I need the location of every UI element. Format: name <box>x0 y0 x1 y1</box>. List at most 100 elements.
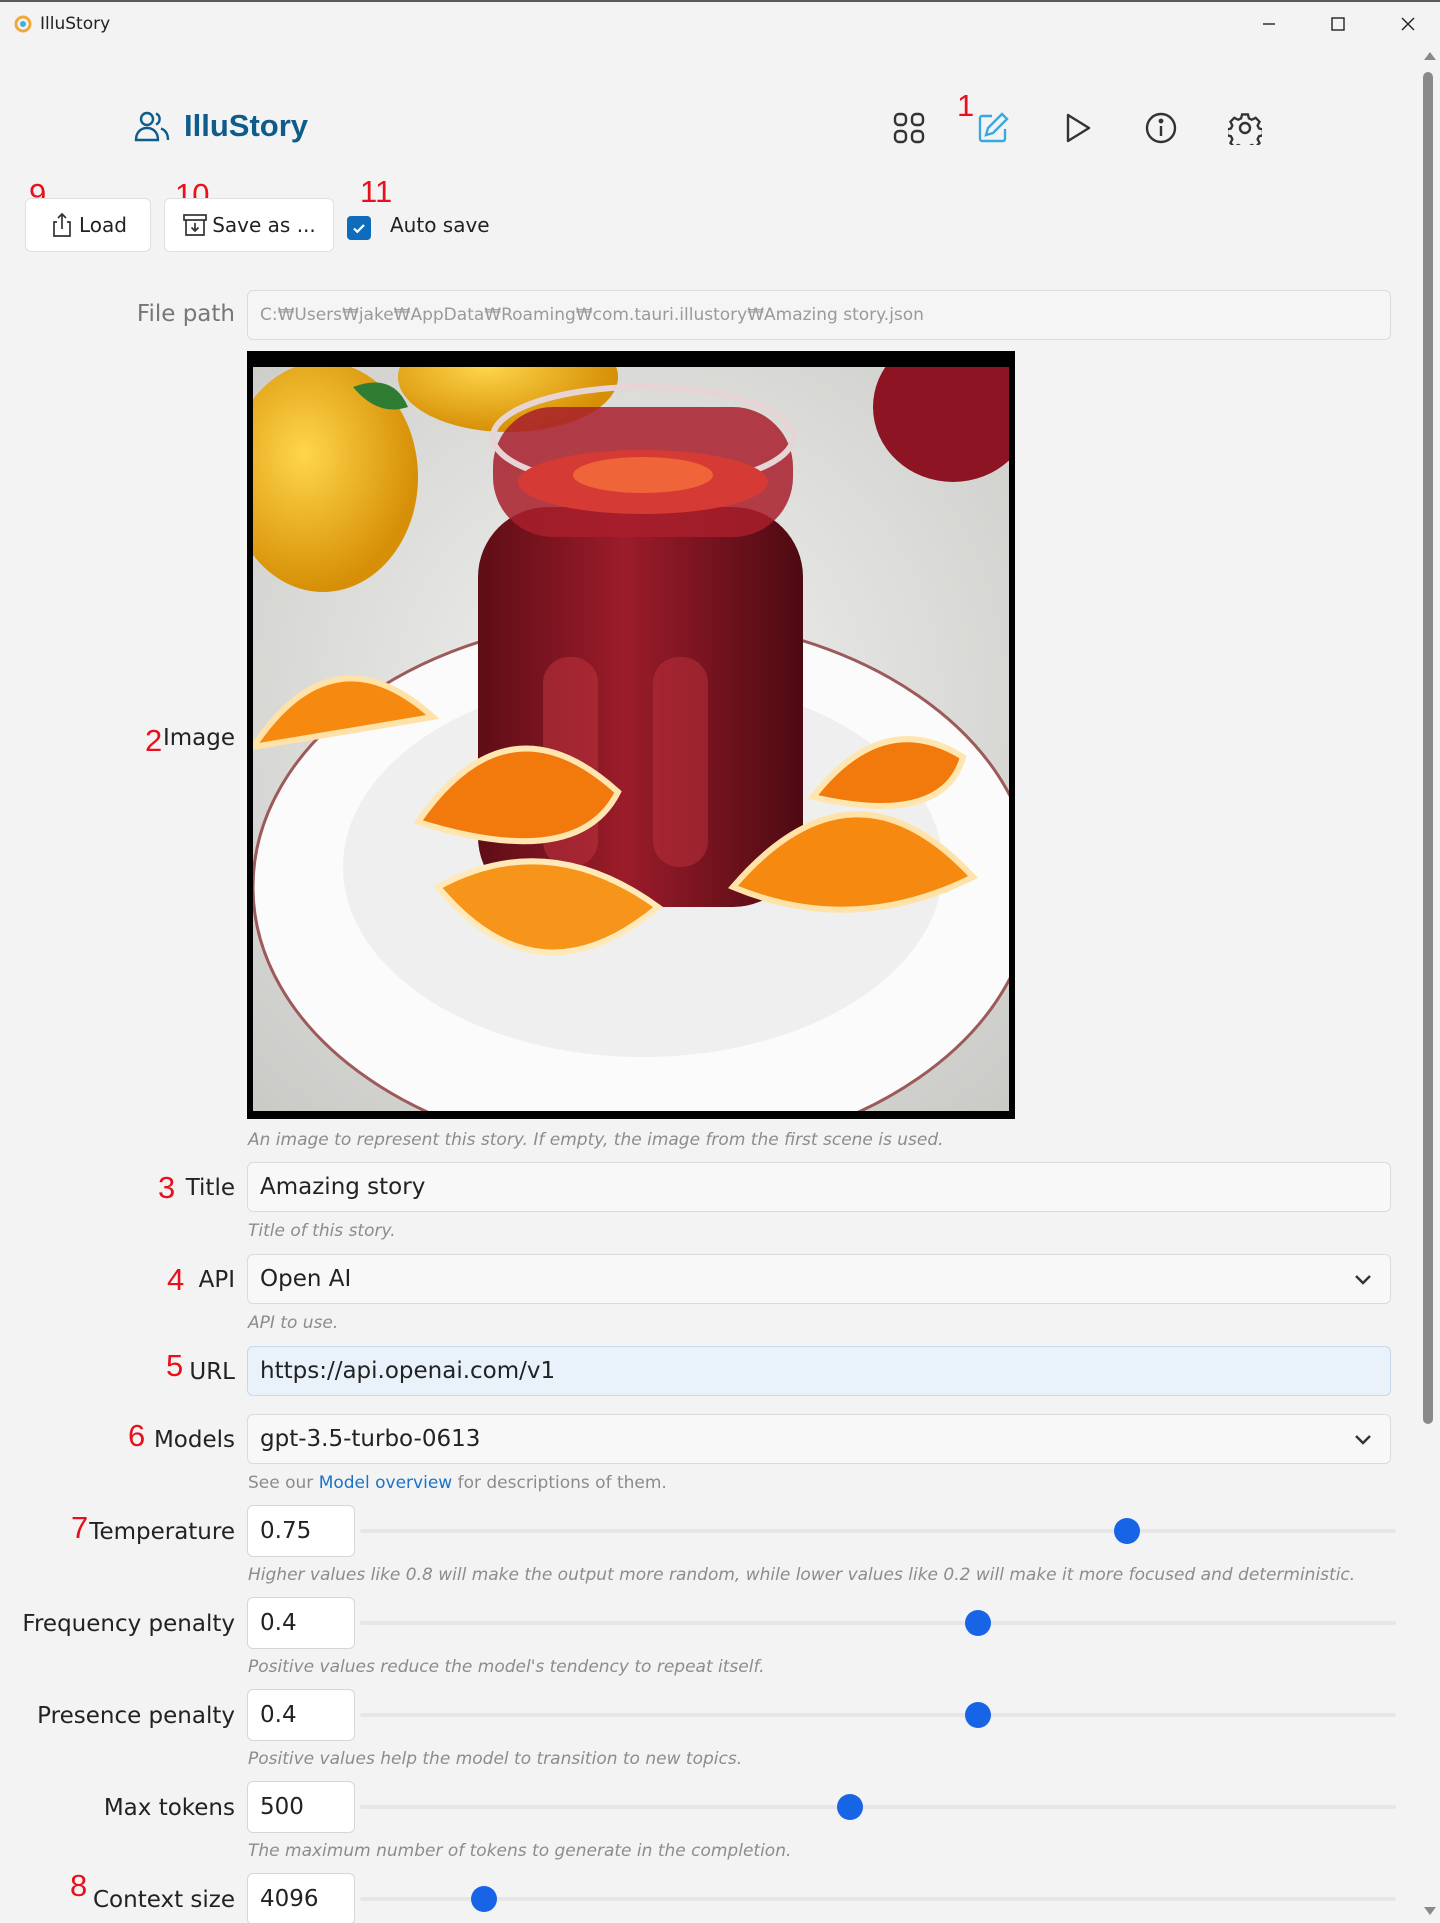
scroll-up-arrow-icon[interactable] <box>1424 52 1436 60</box>
annotation-11: 11 <box>360 174 393 209</box>
models-help-suffix: for descriptions of them. <box>457 1473 667 1493</box>
model-overview-link[interactable]: Model overview <box>319 1473 453 1493</box>
save-as-button[interactable]: Save as ... <box>164 198 334 252</box>
upload-icon <box>53 212 71 237</box>
file-path-field: C:₩Users₩jake₩AppData₩Roaming₩com.tauri.… <box>247 290 1391 340</box>
close-icon <box>1401 17 1415 31</box>
annotation-2: 2 <box>145 723 163 758</box>
temperature-value: 0.75 <box>260 1518 312 1544</box>
nav-info-button[interactable] <box>1141 108 1181 148</box>
title-value: Amazing story <box>260 1174 426 1200</box>
api-select[interactable]: Open AI <box>247 1254 1391 1304</box>
presence-penalty-slider-thumb[interactable] <box>965 1702 992 1728</box>
maximize-button[interactable] <box>1308 8 1368 40</box>
app-name: IlluStory <box>184 108 309 143</box>
api-value: Open AI <box>260 1266 352 1292</box>
users-icon <box>134 111 170 142</box>
close-button[interactable] <box>1378 8 1438 40</box>
frequency-penalty-slider[interactable] <box>360 1610 1396 1636</box>
image-help: An image to represent this story. If emp… <box>248 1130 944 1150</box>
play-icon <box>1066 113 1091 143</box>
window-titlebar: IlluStory <box>0 0 1440 44</box>
chevron-down-icon <box>1355 1275 1371 1285</box>
max-tokens-help: The maximum number of tokens to generate… <box>248 1841 792 1861</box>
nav-library-button[interactable] <box>889 108 929 148</box>
image-label: Image <box>162 725 235 751</box>
scroll-thumb[interactable] <box>1423 72 1433 1424</box>
nav-play-button[interactable] <box>1057 108 1097 148</box>
temperature-slider[interactable] <box>360 1518 1396 1544</box>
temperature-input[interactable]: 0.75 <box>247 1505 355 1557</box>
jam-jar-image <box>253 367 1009 1111</box>
context-size-label: Context size <box>92 1887 235 1913</box>
max-tokens-input[interactable]: 500 <box>247 1781 355 1833</box>
gear-icon <box>1228 113 1262 145</box>
temperature-slider-thumb[interactable] <box>1113 1518 1140 1544</box>
save-as-label: Save as ... <box>212 213 316 237</box>
max-tokens-slider-thumb[interactable] <box>837 1794 864 1820</box>
presence-penalty-help: Positive values help the model to transi… <box>248 1749 743 1769</box>
window-title: IlluStory <box>40 14 111 34</box>
annotation-7: 7 <box>71 1510 89 1545</box>
load-button[interactable]: Load <box>25 198 151 252</box>
frequency-penalty-input[interactable]: 0.4 <box>247 1597 355 1649</box>
temperature-help: Higher values like 0.8 will make the out… <box>248 1565 1356 1585</box>
file-path-label: File path <box>136 301 235 327</box>
nav-edit-button[interactable] <box>973 108 1013 148</box>
context-size-slider[interactable] <box>360 1886 1396 1912</box>
api-label: API <box>198 1267 235 1293</box>
annotation-3: 3 <box>158 1170 176 1205</box>
story-image[interactable] <box>247 351 1015 1119</box>
max-tokens-label: Max tokens <box>103 1795 235 1821</box>
title-help: Title of this story. <box>248 1221 396 1241</box>
models-select[interactable]: gpt-3.5-turbo-0613 <box>247 1414 1391 1464</box>
annotation-6: 6 <box>128 1418 146 1453</box>
app-brand[interactable]: IlluStory <box>134 108 308 144</box>
file-path-value: C:₩Users₩jake₩AppData₩Roaming₩com.tauri.… <box>260 305 924 325</box>
load-label: Load <box>79 213 127 237</box>
minimize-button[interactable] <box>1239 8 1299 40</box>
url-input[interactable]: https://api.openai.com/v1 <box>247 1346 1391 1396</box>
models-help: See our Model overview for descriptions … <box>248 1473 667 1493</box>
temperature-label: Temperature <box>89 1519 235 1545</box>
scroll-down-arrow-icon[interactable] <box>1424 1907 1436 1915</box>
context-size-input[interactable]: 4096 <box>247 1873 355 1923</box>
url-value: https://api.openai.com/v1 <box>260 1358 556 1384</box>
title-label: Title <box>185 1175 235 1201</box>
context-size-slider-thumb[interactable] <box>471 1886 498 1912</box>
grid-icon <box>893 112 925 144</box>
presence-penalty-value: 0.4 <box>260 1702 297 1728</box>
frequency-penalty-help: Positive values reduce the model's tende… <box>248 1657 765 1677</box>
auto-save-label[interactable]: Auto save <box>390 213 490 237</box>
max-tokens-value: 500 <box>260 1794 304 1820</box>
context-size-value: 4096 <box>260 1886 319 1912</box>
models-label: Models <box>153 1427 235 1453</box>
vertical-scrollbar[interactable] <box>1418 44 1440 1923</box>
archive-download-icon <box>183 214 208 236</box>
annotation-1: 1 <box>957 88 975 123</box>
presence-penalty-input[interactable]: 0.4 <box>247 1689 355 1741</box>
maximize-icon <box>1331 17 1345 31</box>
presence-penalty-label: Presence penalty <box>37 1703 235 1729</box>
annotation-5: 5 <box>166 1348 184 1383</box>
checkmark-icon <box>353 224 365 234</box>
api-help: API to use. <box>248 1313 339 1333</box>
models-value: gpt-3.5-turbo-0613 <box>260 1426 481 1452</box>
minimize-icon <box>1263 23 1275 25</box>
frequency-penalty-slider-thumb[interactable] <box>965 1610 992 1636</box>
app-logo-icon <box>14 15 32 33</box>
info-icon <box>1145 112 1177 144</box>
max-tokens-slider[interactable] <box>360 1794 1396 1820</box>
auto-save-checkbox[interactable] <box>347 216 371 240</box>
chevron-down-icon <box>1355 1435 1371 1445</box>
edit-icon <box>978 112 1009 143</box>
frequency-penalty-label: Frequency penalty <box>22 1611 235 1637</box>
title-input[interactable]: Amazing story <box>247 1162 1391 1212</box>
presence-penalty-slider[interactable] <box>360 1702 1396 1728</box>
models-help-prefix: See our <box>248 1473 314 1493</box>
frequency-penalty-value: 0.4 <box>260 1610 297 1636</box>
annotation-4: 4 <box>167 1262 185 1297</box>
annotation-8: 8 <box>70 1868 88 1903</box>
nav-settings-button[interactable] <box>1225 108 1265 148</box>
url-label: URL <box>189 1359 235 1385</box>
